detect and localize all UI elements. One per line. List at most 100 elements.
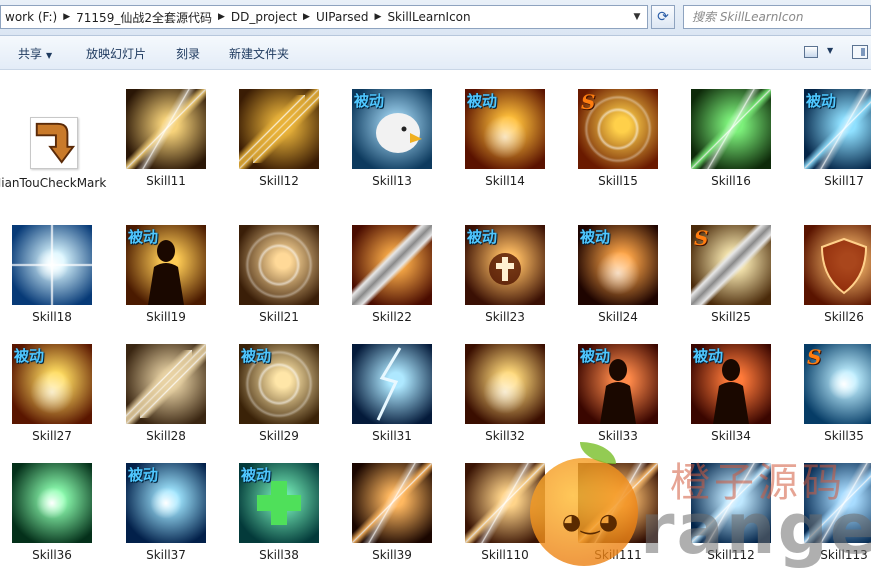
passive-badge: 被动 <box>806 92 837 110</box>
file-name: Skill112 <box>707 548 755 562</box>
skill-thumbnail-icon <box>239 89 319 169</box>
skill-thumbnail-icon: 被动 <box>578 344 658 424</box>
special-badge: S <box>694 226 709 250</box>
file-name: Skill37 <box>146 548 186 562</box>
breadcrumb-drive[interactable]: work (F:) <box>1 10 61 24</box>
change-view-icon[interactable] <box>804 46 818 58</box>
skill-thumbnail-icon <box>691 89 771 169</box>
breadcrumb-uiparsed[interactable]: UIParsed <box>312 10 373 24</box>
special-badge: S <box>807 345 822 369</box>
share-button[interactable]: 共享 ▼ <box>18 45 52 62</box>
skill-thumbnail-icon: 被动 <box>804 89 871 169</box>
skill-thumbnail-icon <box>691 463 771 543</box>
command-toolbar: 共享 ▼ 放映幻灯片 刻录 新建文件夹 ▼ <box>0 36 871 70</box>
file-name: Skill36 <box>32 548 72 562</box>
file-name: Skill11 <box>146 174 186 188</box>
passive-badge: 被动 <box>693 347 724 365</box>
slideshow-button[interactable]: 放映幻灯片 <box>86 45 146 62</box>
refresh-icon: ⟳ <box>657 9 669 25</box>
passive-badge: 被动 <box>580 347 611 365</box>
passive-badge: 被动 <box>14 347 45 365</box>
file-name: Skill34 <box>711 429 751 443</box>
skill-thumbnail-icon: 被动 <box>691 344 771 424</box>
passive-badge: 被动 <box>241 347 272 365</box>
file-name: Skill18 <box>32 310 72 324</box>
address-history-dropdown-icon[interactable]: ▼ <box>629 8 645 26</box>
file-name: Skill25 <box>711 310 751 324</box>
breadcrumb-separator-icon[interactable]: ▶ <box>301 12 312 22</box>
file-name: Skill12 <box>259 174 299 188</box>
skill-thumbnail-icon <box>352 225 432 305</box>
file-name: Skill26 <box>824 310 864 324</box>
breadcrumb-dd-project[interactable]: DD_project <box>227 10 301 24</box>
skill-thumbnail-icon: S <box>804 344 871 424</box>
file-name: Skill110 <box>481 548 529 562</box>
breadcrumb-separator-icon[interactable]: ▶ <box>373 12 384 22</box>
skill-thumbnail-icon <box>126 89 206 169</box>
file-name: Skill35 <box>824 429 864 443</box>
skill-thumbnail-icon: S <box>691 225 771 305</box>
file-name: Skill15 <box>598 174 638 188</box>
file-name: Skill33 <box>598 429 638 443</box>
file-name: JianTouCheckMark <box>0 176 107 190</box>
arrow-file-icon <box>30 117 78 169</box>
passive-badge: 被动 <box>467 228 498 246</box>
skill-thumbnail-icon: 被动 <box>465 225 545 305</box>
passive-badge: 被动 <box>128 466 159 484</box>
skill-thumbnail-icon: S <box>578 89 658 169</box>
skill-thumbnail-icon: 被动 <box>12 344 92 424</box>
preview-pane-icon[interactable] <box>852 45 868 59</box>
breadcrumb-current-folder[interactable]: SkillLearnIcon <box>383 10 474 24</box>
skill-thumbnail-icon <box>239 225 319 305</box>
skill-thumbnail-icon <box>126 344 206 424</box>
file-list: JianTouCheckMark Skill11 Skill12 被动 Skill13 被… <box>0 71 871 587</box>
file-name: Skill38 <box>259 548 299 562</box>
skill-thumbnail-icon <box>352 344 432 424</box>
file-name: Skill111 <box>594 548 642 562</box>
skill-thumbnail-icon: 被动 <box>126 225 206 305</box>
passive-badge: 被动 <box>241 466 272 484</box>
skill-thumbnail-icon: 被动 <box>239 463 319 543</box>
file-name: Skill39 <box>372 548 412 562</box>
file-name: Skill32 <box>485 429 525 443</box>
skill-thumbnail-icon <box>12 225 92 305</box>
file-name: Skill113 <box>820 548 868 562</box>
skill-thumbnail-icon: 被动 <box>239 344 319 424</box>
file-name: Skill22 <box>372 310 412 324</box>
new-folder-button[interactable]: 新建文件夹 <box>229 45 289 62</box>
special-badge: S <box>581 90 596 114</box>
skill-thumbnail-icon: 被动 <box>126 463 206 543</box>
view-options-dropdown-icon[interactable]: ▼ <box>827 46 833 55</box>
burn-button[interactable]: 刻录 <box>176 45 200 62</box>
file-name: Skill27 <box>32 429 72 443</box>
file-name: Skill24 <box>598 310 638 324</box>
file-name: Skill28 <box>146 429 186 443</box>
file-name: Skill17 <box>824 174 864 188</box>
skill-thumbnail-icon <box>465 463 545 543</box>
breadcrumb-separator-icon[interactable]: ▶ <box>61 12 72 22</box>
skill-thumbnail-icon: 被动 <box>352 89 432 169</box>
file-name: Skill29 <box>259 429 299 443</box>
skill-thumbnail-icon <box>578 463 658 543</box>
file-name: Skill23 <box>485 310 525 324</box>
address-bar[interactable]: work (F:) ▶ 71159_仙战2全套源代码 ▶ DD_project … <box>0 5 648 29</box>
share-label: 共享 <box>18 47 43 61</box>
breadcrumb-separator-icon[interactable]: ▶ <box>216 12 227 22</box>
skill-thumbnail-icon: 被动 <box>578 225 658 305</box>
passive-badge: 被动 <box>128 228 159 246</box>
refresh-button[interactable]: ⟳ <box>651 5 675 29</box>
file-name: Skill21 <box>259 310 299 324</box>
skill-thumbnail-icon: 被动 <box>465 89 545 169</box>
file-name: Skill19 <box>146 310 186 324</box>
file-name: Skill16 <box>711 174 751 188</box>
passive-badge: 被动 <box>467 92 498 110</box>
file-name: Skill13 <box>372 174 412 188</box>
skill-thumbnail-icon <box>465 344 545 424</box>
breadcrumb-project-root[interactable]: 71159_仙战2全套源代码 <box>72 9 216 26</box>
file-name: Skill31 <box>372 429 412 443</box>
skill-thumbnail-icon <box>12 463 92 543</box>
skill-thumbnail-icon <box>804 463 871 543</box>
skill-thumbnail-icon <box>352 463 432 543</box>
file-name: Skill14 <box>485 174 525 188</box>
search-input[interactable]: 搜索 SkillLearnIcon <box>683 5 871 29</box>
